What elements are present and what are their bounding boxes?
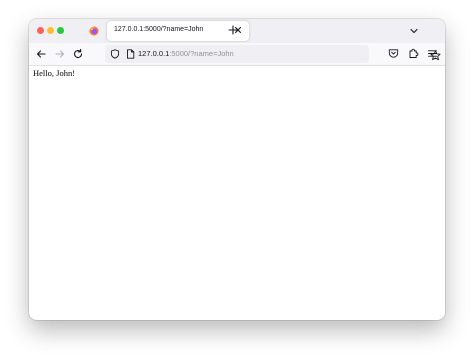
page-content: Hello, John!	[29, 66, 445, 320]
chevron-down-icon[interactable]	[409, 26, 419, 36]
url-path: :5000/?name=John	[169, 49, 234, 58]
url-text[interactable]: 127.0.0.1:5000/?name=John	[138, 49, 234, 58]
shield-icon[interactable]	[110, 49, 120, 59]
tab-title: 127.0.0.1:5000/?name=John	[114, 26, 204, 33]
page-icon[interactable]	[126, 49, 135, 59]
minimize-window-button[interactable]	[47, 27, 54, 34]
firefox-icon	[89, 26, 99, 36]
close-window-button[interactable]	[37, 27, 44, 34]
extensions-icon[interactable]	[408, 48, 419, 59]
maximize-window-button[interactable]	[57, 27, 64, 34]
greeting-text: Hello, John!	[33, 68, 76, 78]
browser-window: 127.0.0.1:5000/?name=John 127.0.0.1:5000…	[29, 19, 445, 320]
menu-icon[interactable]	[427, 48, 438, 59]
reload-icon[interactable]	[72, 48, 84, 60]
back-arrow-icon[interactable]	[35, 48, 47, 60]
forward-arrow-icon[interactable]	[54, 48, 66, 60]
url-bar[interactable]: 127.0.0.1:5000/?name=John	[105, 45, 441, 63]
pocket-icon[interactable]	[388, 48, 399, 59]
url-host: 127.0.0.1	[138, 49, 170, 58]
tab-bar: 127.0.0.1:5000/?name=John	[29, 19, 445, 43]
navigation-toolbar: 127.0.0.1:5000/?name=John	[29, 43, 445, 66]
new-tab-plus-icon[interactable]	[228, 25, 238, 35]
